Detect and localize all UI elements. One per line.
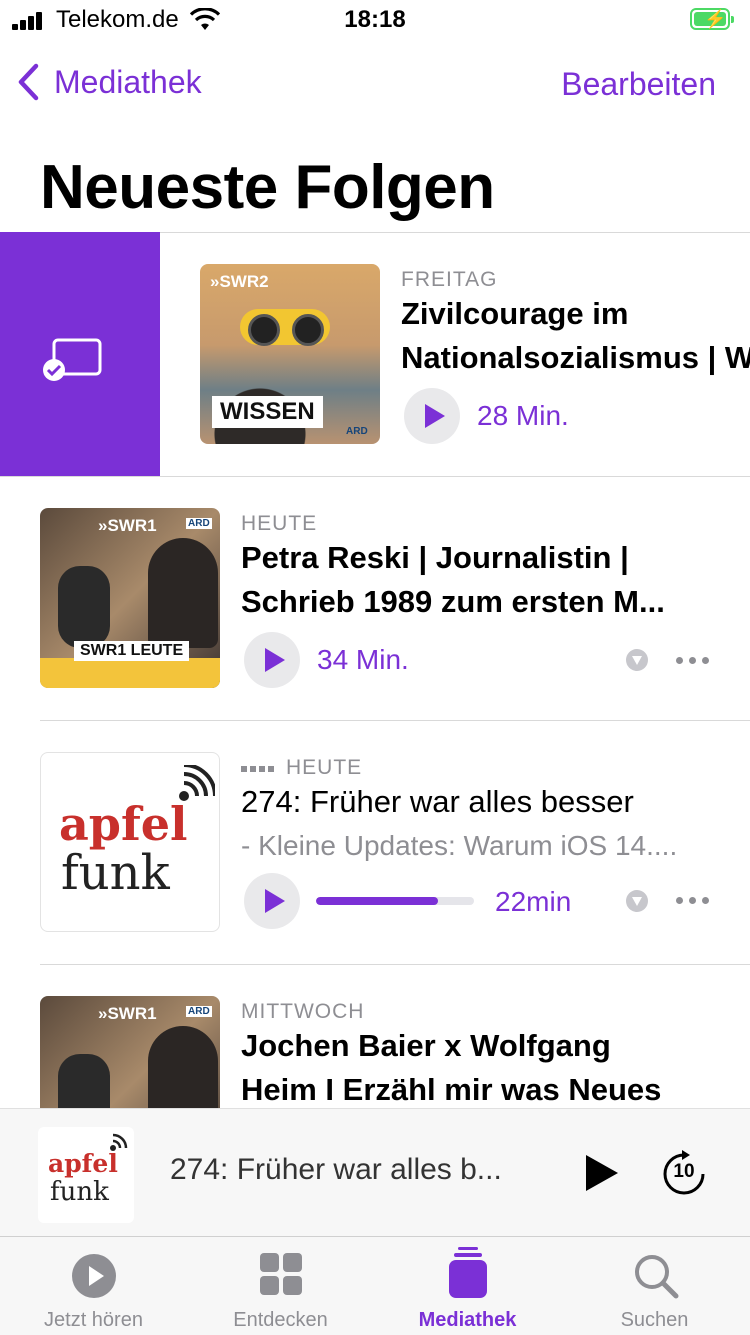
episode-row[interactable]: »SWR2 WISSEN ARD FREITAG Zivilcourage im… [0, 232, 750, 476]
artwork-network: ARD [186, 1006, 212, 1017]
episode-title-line: Heim I Erzähl mir was Neues [241, 1072, 662, 1107]
download-icon[interactable] [626, 890, 648, 912]
tab-label: Entdecken [233, 1309, 328, 1331]
progress-bar [316, 897, 474, 905]
episode-title[interactable]: Jochen Baier x Wolfgang Heim I Erzähl mi… [241, 1024, 741, 1108]
artwork-brand: »SWR2 [210, 272, 269, 291]
episode-date: HEUTE [286, 756, 363, 779]
tab-entdecken[interactable]: Entdecken [187, 1237, 374, 1335]
mini-player-artwork: apfel funk [38, 1127, 134, 1223]
grid-icon [260, 1253, 302, 1295]
artwork-brand: »SWR1 [98, 516, 157, 535]
skip-forward-button[interactable]: 10 [660, 1149, 708, 1197]
back-button[interactable]: Mediathek [16, 62, 202, 102]
episode-title-line: Schrieb 1989 zum ersten M... [241, 584, 665, 619]
library-icon [449, 1247, 487, 1298]
clock: 18:18 [344, 6, 406, 33]
edit-button[interactable]: Bearbeiten [561, 66, 716, 103]
artwork-swr2-wissen: »SWR2 WISSEN ARD [200, 264, 380, 444]
episode-title[interactable]: Petra Reski | Journalistin | Schrieb 198… [241, 536, 721, 624]
progress-fill [316, 897, 438, 905]
play-button[interactable] [244, 873, 300, 929]
episode-title-line: Zivilcourage im [401, 296, 629, 331]
mini-player-title[interactable]: 274: Früher war alles b... [170, 1153, 502, 1187]
episode-title-line: Petra Reski | Journalistin | [241, 540, 629, 575]
episode-row[interactable]: »SWR1 ARD SWR1 LEUTE HEUTE Petra Reski |… [0, 476, 750, 720]
partial-played-icon [241, 766, 275, 772]
artwork-swr1-leute: »SWR1 ARD [40, 996, 220, 1108]
artwork-line2: funk [61, 845, 170, 901]
artwork-line1: apfel [59, 797, 188, 851]
tab-bar: Jetzt hören Entdecken Mediathek Suchen [0, 1236, 750, 1335]
artwork-label: SWR1 LEUTE [74, 641, 190, 661]
artwork-label: WISSEN [212, 396, 323, 428]
play-button[interactable] [404, 388, 460, 444]
more-icon[interactable] [676, 897, 710, 905]
battery-icon: ⚡ [690, 8, 734, 30]
episode-date: MITTWOCH [241, 1000, 365, 1023]
episode-duration: 22min [495, 886, 572, 917]
artwork-network: ARD [346, 426, 368, 437]
episode-date: FREITAG [401, 268, 498, 291]
download-icon[interactable] [626, 649, 648, 671]
episode-subtitle: - Kleine Updates: Warum iOS 14.... [241, 830, 678, 861]
tab-label: Jetzt hören [44, 1309, 143, 1331]
chevron-left-icon [18, 63, 39, 101]
cast-check-icon [43, 338, 102, 381]
episode-duration: 34 Min. [317, 644, 409, 675]
episode-title[interactable]: Zivilcourage im Nationalsozialismus | W [401, 292, 750, 380]
swipe-action-airplay[interactable] [0, 232, 160, 476]
tab-label: Suchen [620, 1309, 689, 1331]
artwork-brand: »SWR1 [98, 1004, 157, 1023]
tab-jetzt-hoeren[interactable]: Jetzt hören [0, 1237, 187, 1335]
play-circle-icon [72, 1254, 116, 1298]
artwork-apfelfunk: apfel funk [40, 752, 220, 932]
search-icon [635, 1255, 679, 1299]
status-bar: Telekom.de 18:18 ⚡ [0, 0, 750, 40]
episode-row[interactable]: apfel funk HEUTE 274: Früher war alles b… [0, 720, 750, 964]
artwork-network: ARD [186, 518, 212, 529]
artwork-line1: apfel [48, 1149, 118, 1178]
episode-duration: 28 Min. [477, 400, 569, 431]
mini-player[interactable]: apfel funk 274: Früher war alles b... 10 [0, 1108, 750, 1237]
episode-date: HEUTE [241, 512, 318, 535]
back-label: Mediathek [54, 63, 202, 100]
artwork-swr1-leute: »SWR1 ARD SWR1 LEUTE [40, 508, 220, 688]
episode-title[interactable]: 274: Früher war alles besser [241, 780, 731, 824]
more-icon[interactable] [676, 657, 710, 665]
artwork-line2: funk [50, 1177, 109, 1207]
play-icon[interactable] [582, 1153, 620, 1193]
episode-row[interactable]: »SWR1 ARD MITTWOCH Jochen Baier x Wolfga… [0, 964, 750, 1108]
episode-title-line: Jochen Baier x Wolfgang [241, 1028, 611, 1063]
tab-mediathek[interactable]: Mediathek [374, 1237, 561, 1335]
page-title: Neueste Folgen [40, 153, 495, 222]
skip-seconds: 10 [673, 1161, 695, 1182]
tab-suchen[interactable]: Suchen [561, 1237, 748, 1335]
play-button[interactable] [244, 632, 300, 688]
episode-title-line: Nationalsozialismus | W [401, 340, 750, 375]
tab-label: Mediathek [418, 1309, 517, 1331]
